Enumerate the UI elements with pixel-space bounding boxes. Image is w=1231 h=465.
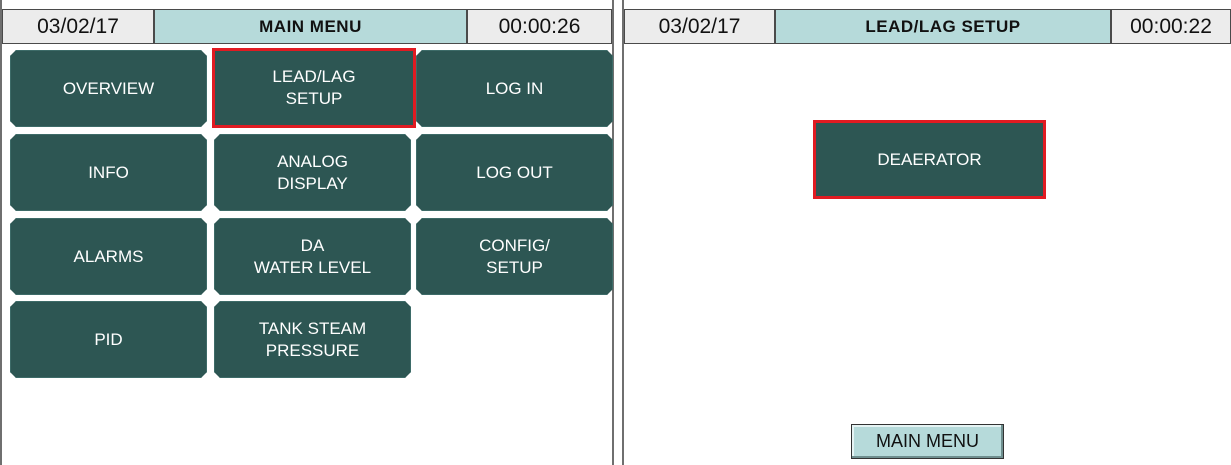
main-menu-button[interactable]: MAIN MENU <box>851 424 1004 459</box>
log-in-button[interactable]: LOG IN <box>416 50 613 127</box>
info-button[interactable]: INFO <box>10 134 207 211</box>
pid-button[interactable]: PID <box>10 301 207 378</box>
log-out-button[interactable]: LOG OUT <box>416 134 613 211</box>
overview-button[interactable]: OVERVIEW <box>10 50 207 127</box>
config-setup-button[interactable]: CONFIG/ SETUP <box>416 218 613 295</box>
header-time: 00:00:26 <box>467 9 612 44</box>
alarms-button[interactable]: ALARMS <box>10 218 207 295</box>
analog-display-button[interactable]: ANALOG DISPLAY <box>214 134 411 211</box>
header-time: 00:00:22 <box>1111 9 1231 44</box>
hmi-page: 03/02/17 MAIN MENU 00:00:26 OVERVIEW LEA… <box>0 0 1231 465</box>
page-title: LEAD/LAG SETUP <box>775 9 1111 44</box>
header-date: 03/02/17 <box>2 9 154 44</box>
main-menu-screen: 03/02/17 MAIN MENU 00:00:26 OVERVIEW LEA… <box>0 0 614 465</box>
da-water-level-button[interactable]: DA WATER LEVEL <box>214 218 411 295</box>
screen-divider <box>614 0 622 465</box>
lead-lag-setup-screen: 03/02/17 LEAD/LAG SETUP 00:00:22 <box>622 0 1231 465</box>
header-date: 03/02/17 <box>624 9 775 44</box>
page-title: MAIN MENU <box>154 9 467 44</box>
lead-lag-setup-button[interactable]: LEAD/LAG SETUP <box>212 48 416 128</box>
tank-steam-pressure-button[interactable]: TANK STEAM PRESSURE <box>214 301 411 378</box>
deaerator-button[interactable]: DEAERATOR <box>813 120 1046 199</box>
